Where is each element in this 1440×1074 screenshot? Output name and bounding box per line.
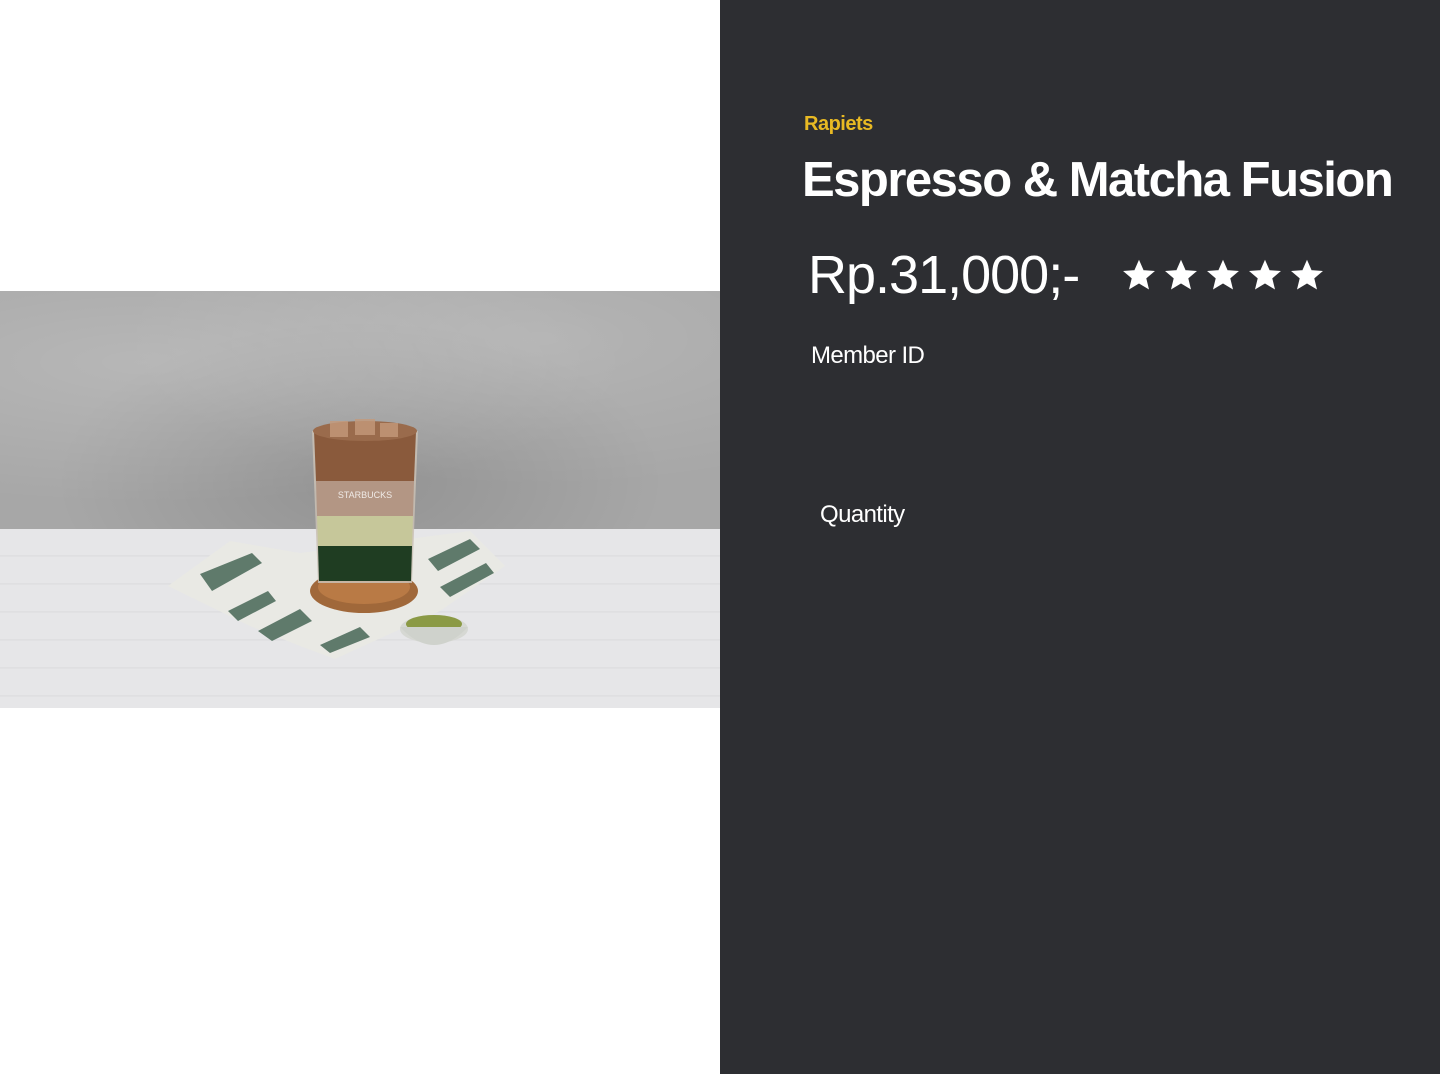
product-price: Rp.31,000;- (808, 245, 1080, 305)
drink-illustration: STARBUCKS (168, 419, 505, 659)
quantity-label: Quantity (820, 501, 905, 528)
product-title: Espresso & Matcha Fusion (802, 153, 1394, 207)
star-icon (1165, 259, 1197, 290)
product-photo: STARBUCKS (0, 291, 720, 708)
star-icon (1249, 259, 1281, 290)
star-rating (1122, 258, 1324, 292)
star-icon (1207, 259, 1239, 290)
brand-label: Rapiets (804, 113, 873, 135)
matcha-bowl-illustration (400, 615, 468, 645)
glass-illustration: STARBUCKS (312, 419, 418, 583)
svg-text:STARBUCKS: STARBUCKS (338, 490, 392, 500)
star-icon (1123, 259, 1155, 290)
product-info-panel: Rapiets Espresso & Matcha Fusion Rp.31,0… (720, 0, 1440, 1074)
product-detail-page: STARBUCKS Rapiets Espresso & Matcha Fusi… (0, 0, 1440, 1074)
star-icon (1291, 259, 1323, 290)
product-image-pane: STARBUCKS (0, 0, 720, 1074)
member-id-label: Member ID (811, 342, 925, 369)
